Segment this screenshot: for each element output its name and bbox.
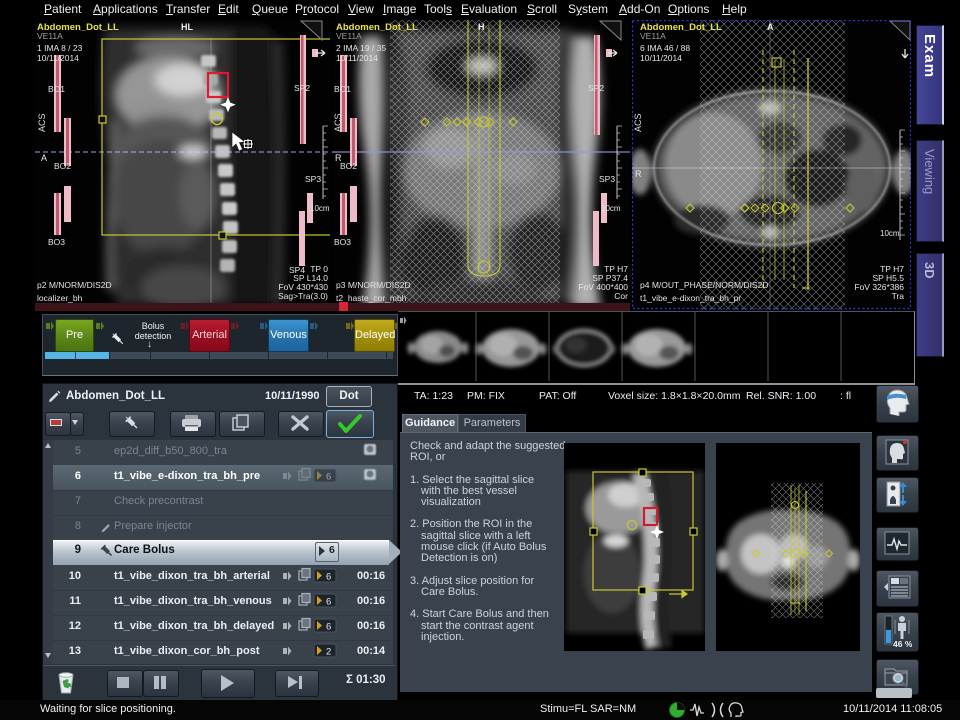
svg-text:ACS: ACS	[37, 113, 47, 132]
svg-text:BO1: BO1	[334, 84, 351, 94]
svg-text:H: H	[478, 22, 485, 32]
svg-text:10cm: 10cm	[310, 204, 330, 213]
svg-text:ACS: ACS	[333, 113, 343, 132]
svg-text:SP2: SP2	[294, 83, 310, 93]
svg-text:SP3: SP3	[599, 174, 615, 184]
svg-text:10/11/2014: 10/11/2014	[640, 53, 682, 63]
svg-text:VE11A: VE11A	[37, 31, 63, 41]
svg-text:10/11/2014: 10/11/2014	[336, 53, 378, 63]
svg-text:1 IMA 8 / 23: 1 IMA 8 / 23	[37, 43, 83, 53]
svg-text:VE11A: VE11A	[336, 31, 362, 41]
svg-text:SP3: SP3	[305, 174, 321, 184]
svg-text:BO2: BO2	[54, 161, 71, 171]
svg-text:p4 M/OUT_PHASE/NORM/DIS2D: p4 M/OUT_PHASE/NORM/DIS2D	[640, 280, 768, 290]
svg-text:2 IMA 19 / 35: 2 IMA 19 / 35	[336, 43, 386, 53]
svg-text:BO2: BO2	[340, 161, 357, 171]
svg-text:t1_vibe_e-dixon_tra_bh_pr: t1_vibe_e-dixon_tra_bh_pr	[640, 293, 741, 303]
svg-text:localizer_bh: localizer_bh	[37, 293, 83, 303]
svg-text:p2 M/NORM/DIS2D: p2 M/NORM/DIS2D	[37, 280, 112, 290]
svg-text:ACS: ACS	[633, 113, 643, 132]
svg-text:BO3: BO3	[48, 237, 65, 247]
svg-text:6 IMA 46 / 88: 6 IMA 46 / 88	[640, 43, 690, 53]
svg-text:10/11/2014: 10/11/2014	[37, 53, 79, 63]
svg-text:BO1: BO1	[48, 84, 65, 94]
svg-text:10cm: 10cm	[880, 229, 900, 238]
svg-text:VE11A: VE11A	[640, 31, 666, 41]
svg-text:SP2: SP2	[588, 83, 604, 93]
svg-text:Tra: Tra	[892, 291, 905, 301]
svg-text:Cor: Cor	[614, 291, 628, 301]
svg-text:Sag>Tra(3.0): Sag>Tra(3.0)	[278, 291, 328, 301]
svg-text:A: A	[767, 22, 774, 32]
svg-text:p3 M/NORM/DIS2D: p3 M/NORM/DIS2D	[336, 280, 411, 290]
svg-text:10cm: 10cm	[601, 204, 621, 213]
svg-text:46 %: 46 %	[893, 639, 912, 648]
svg-text:R: R	[335, 153, 342, 163]
svg-text:HL: HL	[181, 22, 193, 32]
svg-text:R: R	[635, 169, 642, 179]
svg-text:A: A	[41, 153, 47, 163]
svg-text:BO3: BO3	[334, 237, 351, 247]
